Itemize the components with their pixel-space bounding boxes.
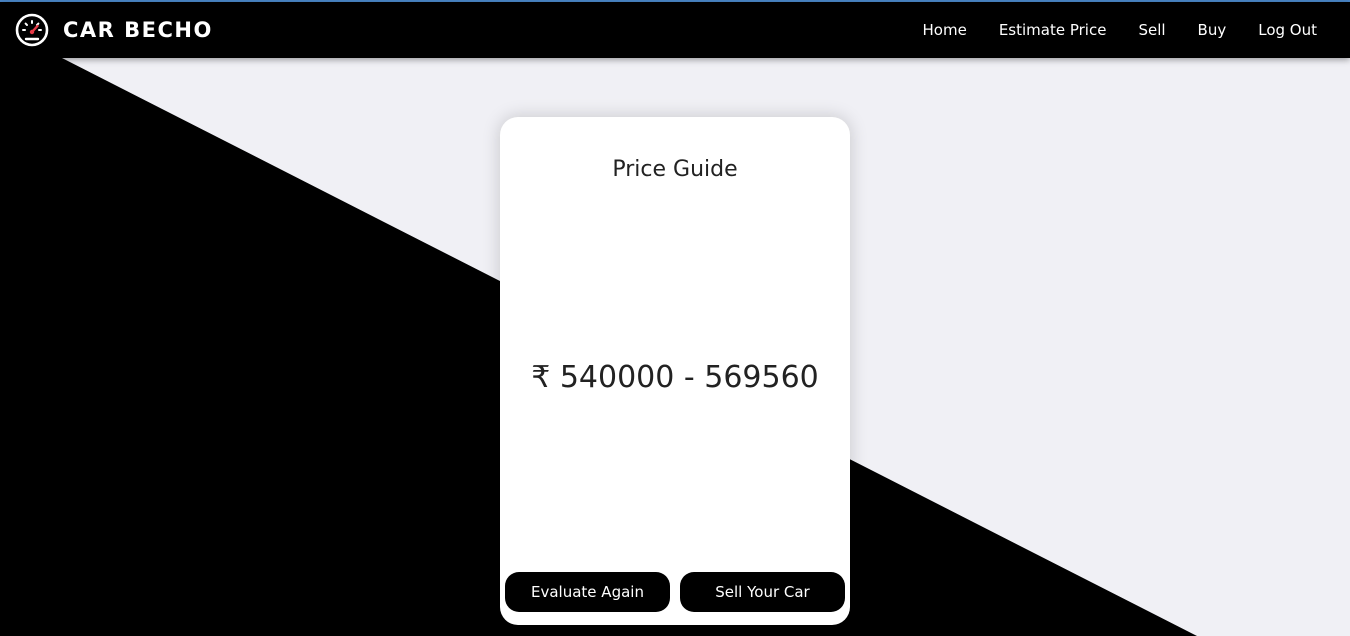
nav-sell[interactable]: Sell — [1138, 21, 1165, 39]
brand-name: CAR BECHO — [63, 18, 213, 42]
nav-home[interactable]: Home — [923, 21, 967, 39]
nav-estimate-price[interactable]: Estimate Price — [999, 21, 1107, 39]
brand[interactable]: CAR BECHO — [15, 13, 213, 47]
speedometer-icon — [15, 13, 49, 47]
card-title: Price Guide — [612, 157, 738, 182]
nav-links: Home Estimate Price Sell Buy Log Out — [891, 2, 1317, 58]
nav-buy[interactable]: Buy — [1198, 21, 1227, 39]
sell-your-car-button[interactable]: Sell Your Car — [680, 572, 845, 612]
price-guide-card: Price Guide ₹ 540000 - 569560 Evaluate A… — [500, 117, 850, 625]
navbar: CAR BECHO Home Estimate Price Sell Buy L… — [0, 2, 1350, 58]
page: CAR BECHO Home Estimate Price Sell Buy L… — [0, 0, 1350, 636]
price-range: ₹ 540000 - 569560 — [531, 360, 819, 395]
nav-log-out[interactable]: Log Out — [1258, 21, 1317, 39]
evaluate-again-button[interactable]: Evaluate Again — [505, 572, 670, 612]
